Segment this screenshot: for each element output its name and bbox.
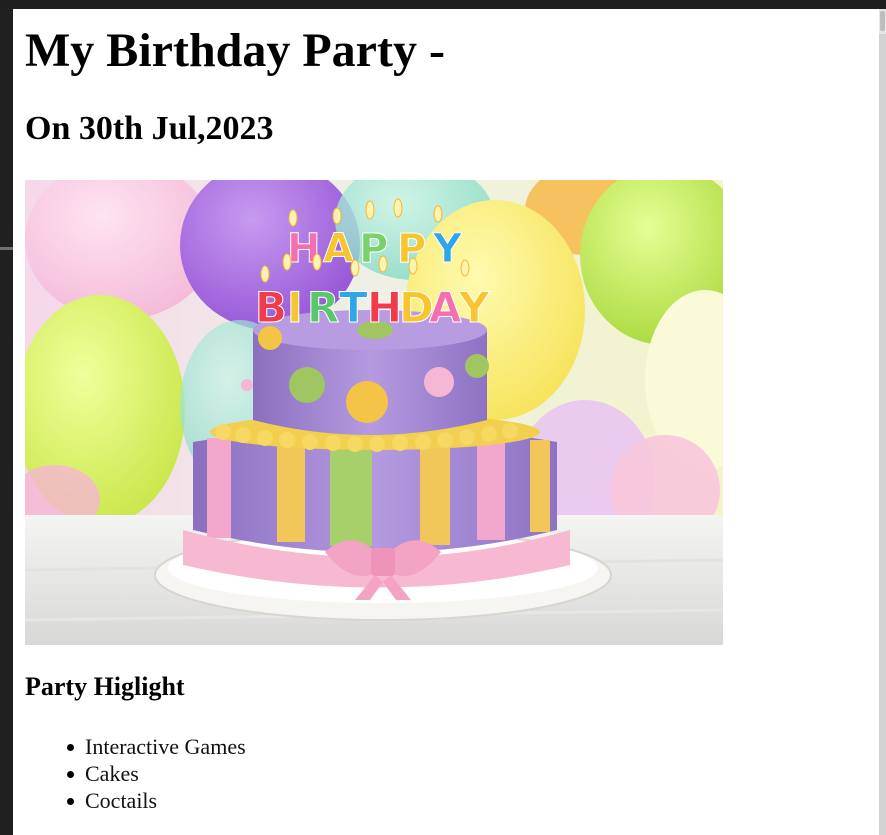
- svg-text:B: B: [255, 283, 287, 332]
- svg-text:H: H: [367, 283, 402, 332]
- list-item: Cakes: [67, 760, 246, 787]
- svg-text:A: A: [323, 226, 354, 272]
- window-top-bar: [0, 0, 886, 9]
- scrollbar-track[interactable]: [879, 34, 886, 835]
- highlights-list: Interactive Games Cakes Coctails: [25, 733, 246, 814]
- window-left-gutter: [0, 9, 13, 835]
- party-date: On 30th Jul,2023: [25, 110, 274, 147]
- page-title: My Birthday Party -: [25, 24, 445, 77]
- svg-text:Y: Y: [432, 226, 463, 272]
- scrollbar-thumb[interactable]: [880, 11, 885, 31]
- page-viewport: My Birthday Party - On 30th Jul,2023 B I…: [13, 9, 879, 835]
- svg-text:I: I: [287, 283, 303, 332]
- svg-text:T: T: [339, 283, 368, 332]
- birthday-cake-image: B I R T H D A Y H A P P Y: [25, 180, 723, 645]
- svg-text:R: R: [307, 283, 339, 332]
- list-item: Coctails: [67, 787, 246, 814]
- list-item: Interactive Games: [67, 734, 246, 759]
- splitter-handle[interactable]: [0, 247, 13, 250]
- highlights-heading: Party Higlight: [25, 672, 185, 701]
- svg-text:A: A: [429, 283, 462, 332]
- svg-text:Y: Y: [458, 283, 490, 332]
